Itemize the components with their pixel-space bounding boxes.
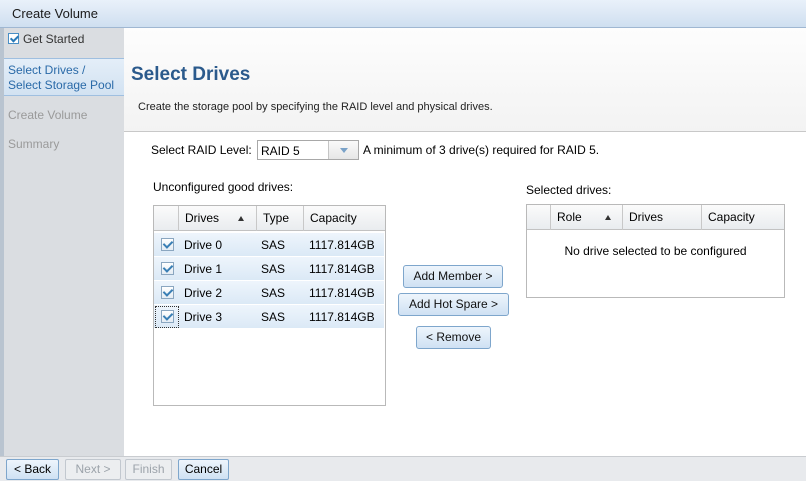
drive-type: SAS — [261, 310, 286, 324]
drive-type: SAS — [261, 238, 286, 252]
finish-button[interactable]: Finish — [125, 459, 172, 480]
step-get-started-label: Get Started — [23, 32, 85, 46]
drive-name: Drive 1 — [184, 262, 223, 276]
drive-name: Drive 3 — [184, 310, 223, 324]
checkbox-column-header[interactable] — [154, 206, 179, 231]
page-title: Select Drives — [131, 64, 251, 85]
row-checkbox[interactable] — [161, 310, 174, 323]
column-header-capacity[interactable]: Capacity — [702, 205, 784, 230]
wizard-footer: < Back Next > Finish Cancel — [0, 456, 806, 481]
drive-type: SAS — [261, 262, 286, 276]
column-header-capacity[interactable]: Capacity — [304, 206, 385, 231]
column-header-role-label: Role — [557, 210, 582, 224]
remove-button[interactable]: < Remove — [416, 326, 491, 349]
column-header-capacity-label: Capacity — [310, 211, 357, 225]
unconfigured-drives-grid: Drives Type Capacity Drive 0 SAS 1117.81… — [153, 205, 386, 406]
column-header-drives-label: Drives — [185, 211, 220, 225]
drive-capacity: 1117.814GB — [309, 310, 375, 324]
drive-capacity: 1117.814GB — [309, 262, 375, 276]
grid-header: Drives Type Capacity — [154, 206, 385, 231]
page-header: Select Drives Create the storage pool by… — [124, 28, 806, 132]
step-summary-label: Summary — [8, 137, 60, 151]
column-header-drives[interactable]: Drives — [179, 206, 257, 231]
drive-name: Drive 2 — [184, 286, 223, 300]
step-select-drives-label-line1: Select Drives / — [8, 63, 86, 77]
row-checkbox[interactable] — [161, 286, 174, 299]
add-hot-spare-button[interactable]: Add Hot Spare > — [398, 293, 509, 316]
column-header-type[interactable]: Type — [257, 206, 304, 231]
empty-selection-message: No drive selected to be configured — [564, 244, 747, 258]
column-header-type-label: Type — [263, 211, 290, 225]
main-panel: Select Drives Create the storage pool by… — [124, 28, 806, 456]
cancel-button[interactable]: Cancel — [178, 459, 229, 480]
dropdown-arrow-icon[interactable] — [328, 141, 358, 159]
step-select-drives-label-line2: Select Storage Pool — [8, 78, 115, 92]
back-button[interactable]: < Back — [6, 459, 59, 480]
row-checkbox[interactable] — [161, 238, 174, 251]
window-title: Create Volume — [12, 6, 98, 21]
sort-ascending-icon — [605, 215, 611, 220]
drive-capacity: 1117.814GB — [309, 238, 375, 252]
page-subtitle: Create the storage pool by specifying th… — [138, 101, 493, 113]
drive-name: Drive 0 — [184, 238, 223, 252]
drive-capacity: 1117.814GB — [309, 286, 375, 300]
column-header-drives-label: Drives — [629, 210, 664, 224]
row-checkbox[interactable] — [161, 262, 174, 275]
step-create-volume-label: Create Volume — [8, 108, 88, 122]
raid-level-value: RAID 5 — [261, 144, 300, 158]
table-row[interactable]: Drive 2 SAS 1117.814GB — [154, 281, 384, 305]
column-header-role[interactable]: Role — [551, 205, 623, 230]
select-column-header[interactable] — [527, 205, 551, 230]
table-row[interactable]: Drive 3 SAS 1117.814GB — [154, 305, 384, 329]
selected-drives-label: Selected drives: — [526, 183, 612, 197]
add-member-button[interactable]: Add Member > — [403, 265, 503, 288]
raid-level-select[interactable]: RAID 5 — [257, 140, 359, 160]
next-button[interactable]: Next > — [65, 459, 121, 480]
drive-type: SAS — [261, 286, 286, 300]
window-titlebar: Create Volume — [0, 0, 806, 28]
step-select-drives[interactable]: Select Drives / Select Storage Pool — [4, 58, 124, 96]
column-header-drives[interactable]: Drives — [623, 205, 702, 230]
grid-header: Role Drives Capacity — [527, 205, 784, 230]
step-summary[interactable]: Summary — [4, 137, 124, 155]
selected-drives-grid: Role Drives Capacity No drive selected t… — [526, 204, 785, 298]
raid-level-label: Select RAID Level: — [151, 143, 252, 157]
table-row[interactable]: Drive 1 SAS 1117.814GB — [154, 257, 384, 281]
sort-ascending-icon — [238, 216, 244, 221]
column-header-capacity-label: Capacity — [708, 210, 755, 224]
step-get-started[interactable]: Get Started — [4, 32, 124, 52]
table-row[interactable]: Drive 0 SAS 1117.814GB — [154, 233, 384, 257]
wizard-steps-sidebar: Get Started Select Drives / Select Stora… — [4, 28, 124, 456]
raid-requirement-hint: A minimum of 3 drive(s) required for RAI… — [363, 143, 600, 157]
step-create-volume[interactable]: Create Volume — [4, 108, 124, 126]
checkmark-icon — [8, 33, 19, 44]
unconfigured-drives-label: Unconfigured good drives: — [153, 180, 294, 194]
